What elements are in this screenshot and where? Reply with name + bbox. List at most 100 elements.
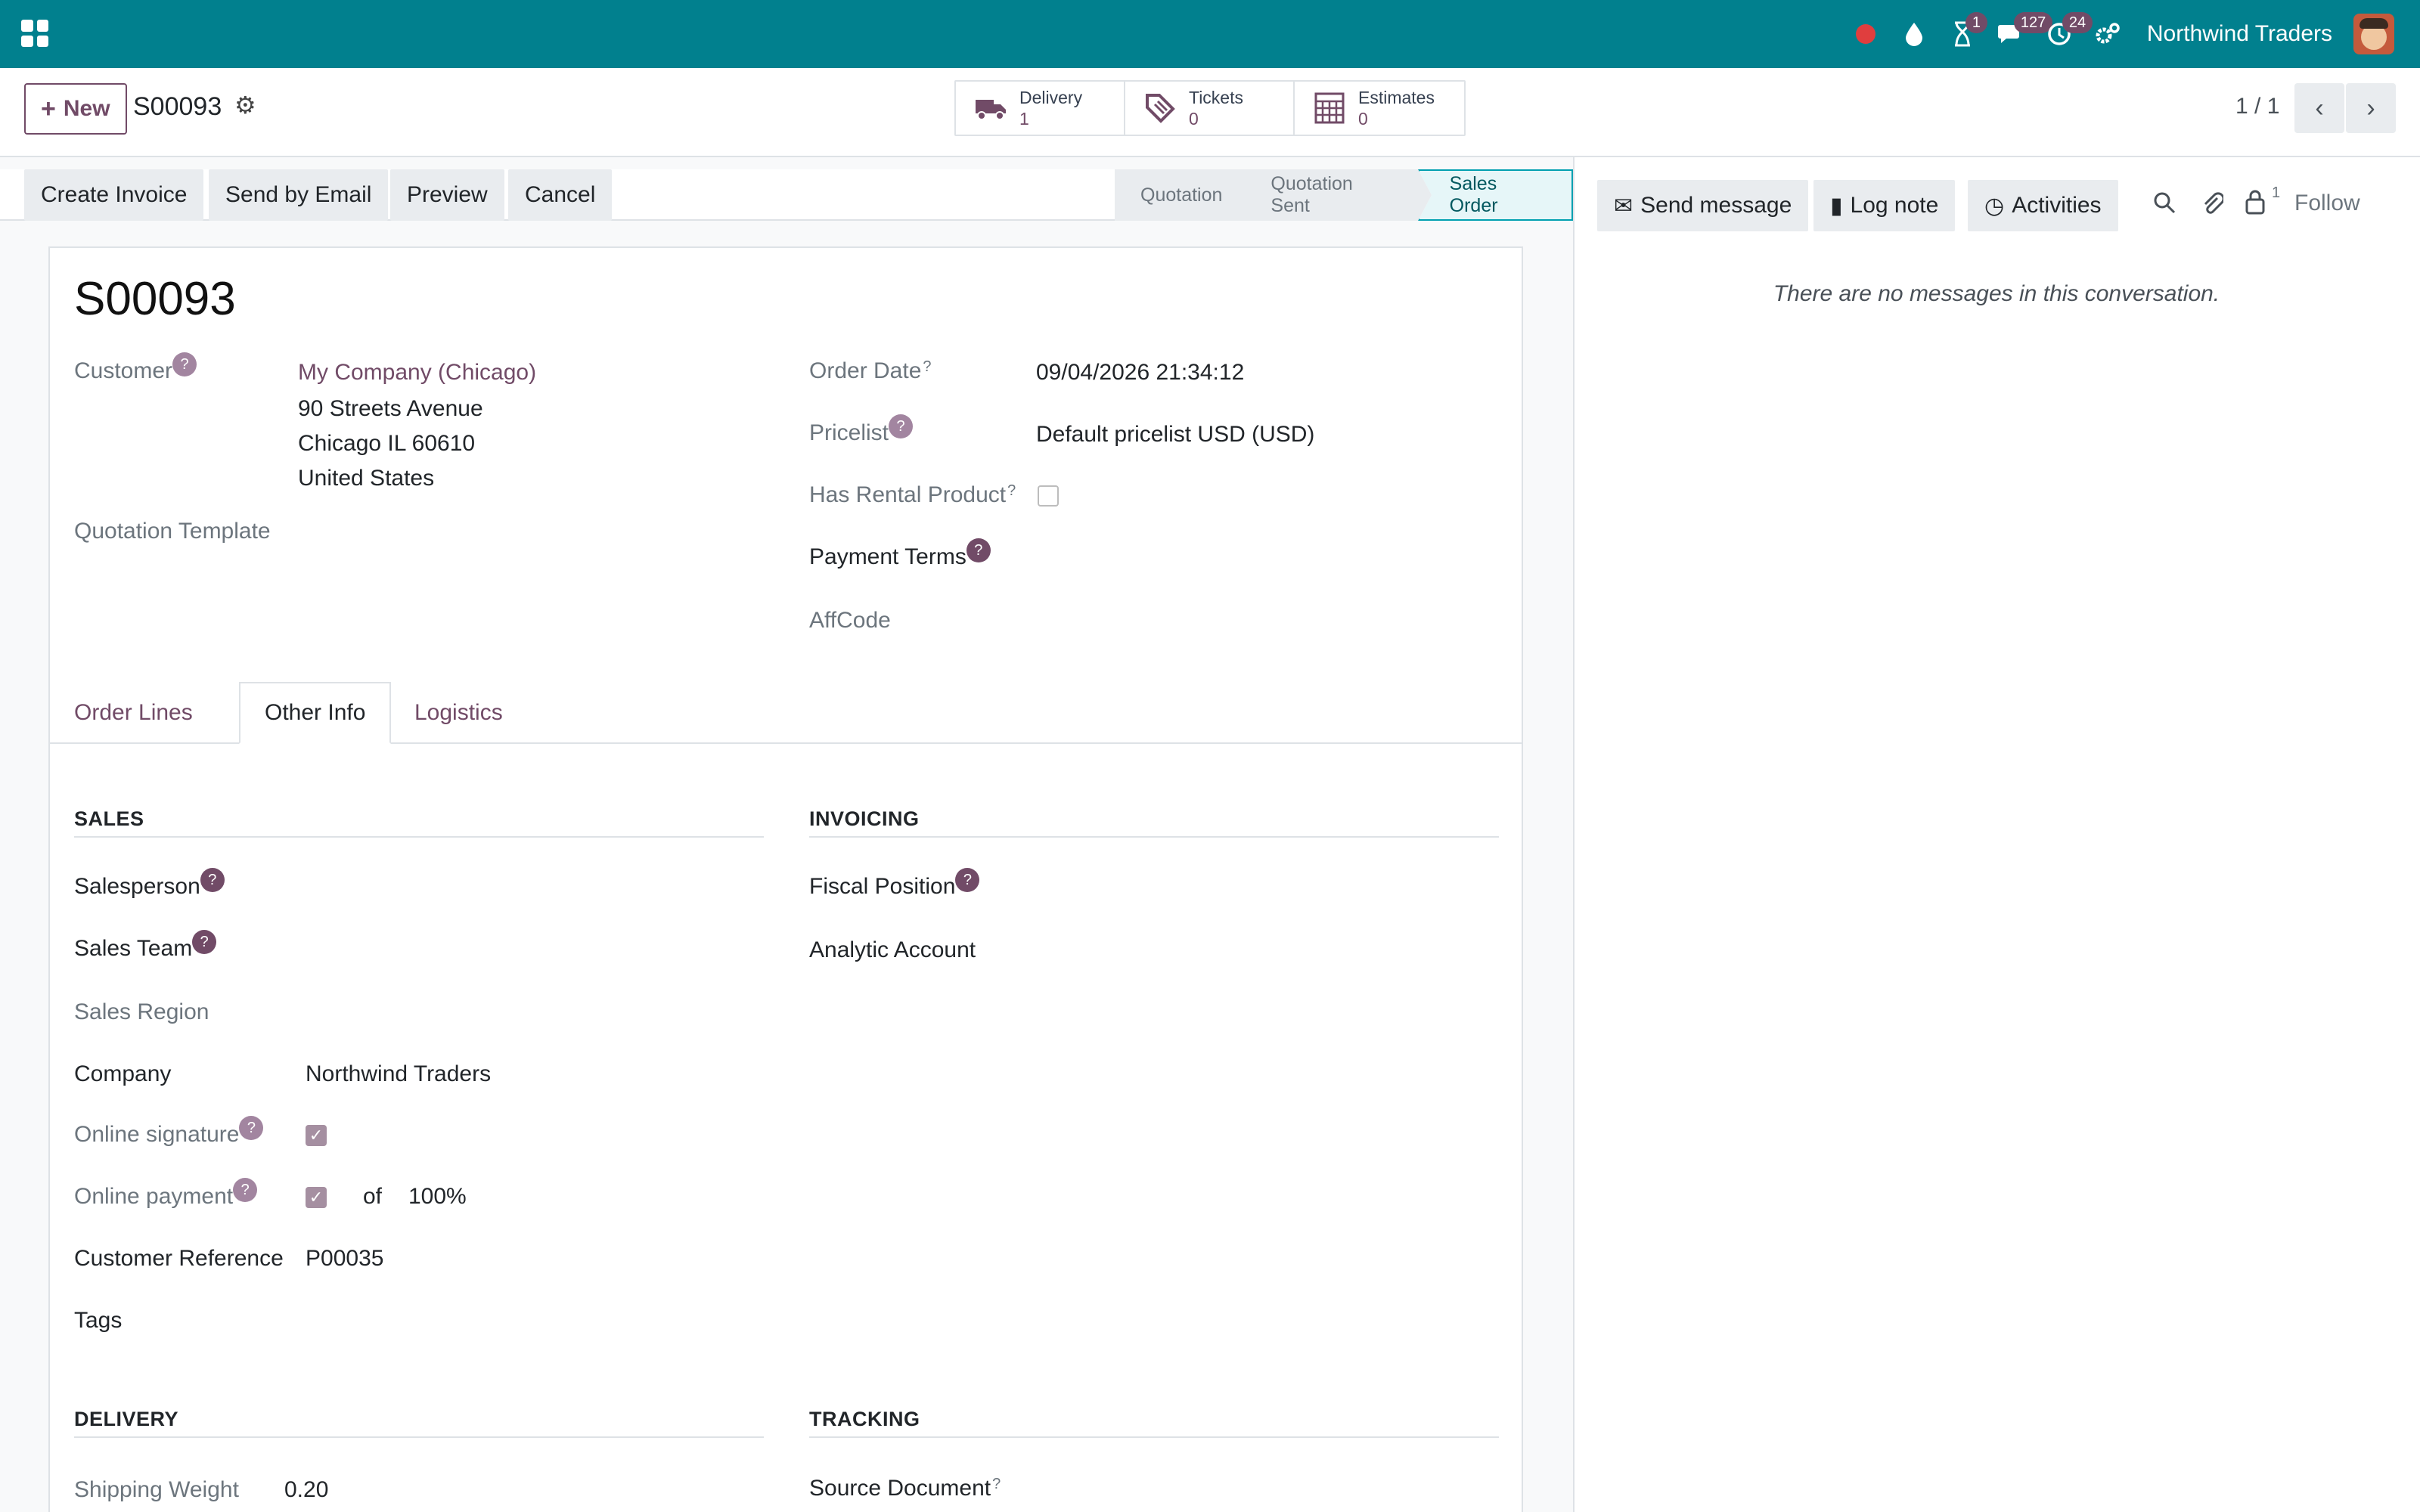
messages-icon[interactable]: 127 xyxy=(1987,0,2053,68)
create-invoice-button[interactable]: Create Invoice xyxy=(24,169,204,221)
online-signature-checkbox[interactable]: ✓ xyxy=(306,1125,327,1146)
chatter-panel xyxy=(1573,157,2420,1512)
online-payment-checkbox[interactable]: ✓ xyxy=(306,1187,327,1208)
help-icon[interactable]: ? xyxy=(239,1116,264,1140)
address-line-3: United States xyxy=(298,466,435,491)
rental-product-checkbox[interactable] xyxy=(1038,485,1059,507)
company-switcher[interactable]: Northwind Traders xyxy=(2147,21,2332,47)
help-icon[interactable]: ? xyxy=(172,352,197,376)
tickets-smart-button[interactable]: Tickets 0 xyxy=(1125,82,1295,135)
followers-lock-icon[interactable] xyxy=(2245,189,2266,221)
shipping-weight-value[interactable]: 0.20 xyxy=(284,1477,328,1503)
timer-icon[interactable]: 24 xyxy=(2035,0,2093,68)
help-icon[interactable]: ? xyxy=(889,414,914,438)
address-line-2: Chicago IL 60610 xyxy=(298,431,476,456)
send-message-button[interactable]: ✉ Send message xyxy=(1597,180,1809,231)
company-value[interactable]: Northwind Traders xyxy=(306,1061,491,1087)
control-panel: + New S00093 ⚙ Delivery 1 Tickets 0 Esti… xyxy=(0,68,2420,157)
affcode-label: AffCode xyxy=(809,608,891,633)
clock-icon: ◷ xyxy=(1984,193,2005,218)
plus-icon: + xyxy=(41,94,56,123)
send-by-email-button[interactable]: Send by Email xyxy=(209,169,389,221)
sales-section-title: SALES xyxy=(74,807,144,830)
envelope-icon: ✉ xyxy=(1614,193,1634,218)
new-button[interactable]: + New xyxy=(24,83,127,135)
preview-button[interactable]: Preview xyxy=(390,169,504,221)
stage-pipeline: Quotation Quotation Sent Sales Order xyxy=(1115,169,1573,221)
smart-buttons: Delivery 1 Tickets 0 Estimates 0 xyxy=(954,80,1466,136)
empty-conversation-text: There are no messages in this conversati… xyxy=(1773,281,2220,306)
help-icon[interactable]: ? xyxy=(200,868,225,892)
settings-gears-icon[interactable] xyxy=(2083,0,2132,68)
fiscal-position-label: Fiscal Position? xyxy=(809,868,980,900)
chevron-left-icon: ‹ xyxy=(2315,93,2324,122)
customer-reference-value[interactable]: P00035 xyxy=(306,1246,383,1272)
app-menu-icon[interactable] xyxy=(21,20,48,47)
delivery-section-title: DELIVERY xyxy=(74,1408,179,1430)
help-icon[interactable]: ? xyxy=(955,868,980,892)
invoicing-section-title: INVOICING xyxy=(809,807,920,830)
stage-quotation[interactable]: Quotation xyxy=(1115,169,1259,221)
paperclip-icon[interactable] xyxy=(2201,191,2225,222)
pricelist-value[interactable]: Default pricelist USD (USD) xyxy=(1036,422,1314,448)
salesperson-label: Salesperson? xyxy=(74,868,225,900)
truck-icon xyxy=(974,93,1007,123)
quotation-template-label: Quotation Template xyxy=(74,519,271,544)
payment-percent-value[interactable]: 100% xyxy=(408,1184,467,1210)
activities-button[interactable]: ◷ Activities xyxy=(1968,180,2118,231)
tracking-section-title: TRACKING xyxy=(809,1408,920,1430)
shipping-weight-label: Shipping Weight xyxy=(74,1477,239,1502)
stage-sales-order[interactable]: Sales Order xyxy=(1417,169,1573,221)
chevron-right-icon: › xyxy=(2366,93,2375,122)
help-icon[interactable]: ? xyxy=(192,930,217,954)
search-icon[interactable] xyxy=(2152,191,2176,221)
user-avatar[interactable] xyxy=(2353,14,2394,54)
analytic-account-label: Analytic Account xyxy=(809,937,976,962)
activities-hourglass-icon[interactable]: 1 xyxy=(1938,0,1988,68)
customer-label: Customer? xyxy=(74,352,197,384)
help-icon[interactable]: ? xyxy=(233,1178,258,1202)
online-signature-label: Online signature? xyxy=(74,1116,264,1148)
calculator-grid-icon xyxy=(1313,92,1346,124)
follow-button[interactable]: Follow xyxy=(2294,191,2360,216)
rental-product-label: Has Rental Product? xyxy=(809,482,1016,507)
record-title: S00093 xyxy=(74,273,236,325)
gear-icon[interactable]: ⚙ xyxy=(234,91,256,119)
tab-logistics[interactable]: Logistics xyxy=(390,682,527,744)
pager-next-button[interactable]: › xyxy=(2346,83,2396,133)
tags-label: Tags xyxy=(74,1308,123,1333)
pager-value[interactable]: 1 / 1 xyxy=(2235,94,2279,119)
top-navbar: 1 127 24 Northwind Traders xyxy=(0,0,2420,68)
recording-indicator-icon[interactable] xyxy=(1841,0,1890,68)
status-bar: Create Invoice Send by Email Preview Can… xyxy=(0,169,1573,221)
activities-badge: 1 xyxy=(1965,12,1988,33)
breadcrumb-record-name: S00093 xyxy=(133,92,222,121)
note-icon: ▮ xyxy=(1830,193,1843,218)
online-payment-label: Online payment? xyxy=(74,1178,258,1210)
order-date-label: Order Date? xyxy=(809,358,932,383)
pricelist-label: Pricelist? xyxy=(809,414,914,446)
help-icon[interactable]: ? xyxy=(966,538,991,562)
tab-order-lines[interactable]: Order Lines xyxy=(50,682,217,744)
check-icon: ✓ xyxy=(309,1126,324,1145)
tracking-section-divider xyxy=(809,1436,1499,1438)
check-icon: ✓ xyxy=(309,1188,324,1207)
payment-terms-label: Payment Terms? xyxy=(809,538,991,570)
drop-icon[interactable] xyxy=(1890,0,1938,68)
tab-other-info[interactable]: Other Info xyxy=(239,682,392,744)
followers-count: 1 xyxy=(2272,184,2281,201)
of-label: of xyxy=(363,1184,383,1209)
cancel-button[interactable]: Cancel xyxy=(508,169,613,221)
address-line-1: 90 Streets Avenue xyxy=(298,396,483,421)
ticket-icon xyxy=(1143,93,1177,123)
pager-previous-button[interactable]: ‹ xyxy=(2294,83,2344,133)
delivery-smart-button[interactable]: Delivery 1 xyxy=(956,82,1125,135)
source-document-label: Source Document? xyxy=(809,1476,1001,1501)
estimates-smart-button[interactable]: Estimates 0 xyxy=(1295,82,1464,135)
log-note-button[interactable]: ▮ Log note xyxy=(1813,180,1956,231)
order-date-value[interactable]: 09/04/2026 21:34:12 xyxy=(1036,360,1244,386)
company-label: Company xyxy=(74,1061,172,1086)
customer-link[interactable]: My Company (Chicago) xyxy=(298,360,536,386)
sales-region-label: Sales Region xyxy=(74,999,209,1024)
stage-quotation-sent[interactable]: Quotation Sent xyxy=(1245,169,1432,221)
